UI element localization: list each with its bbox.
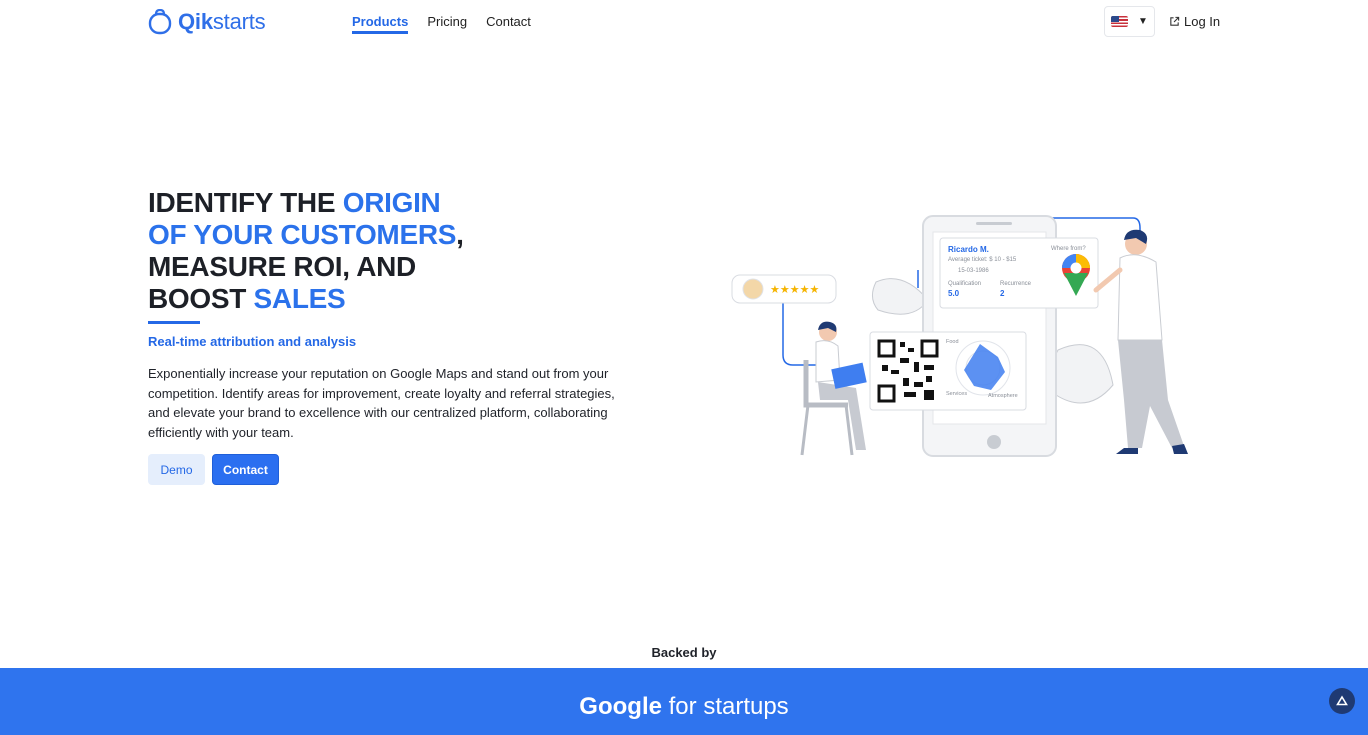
demo-button[interactable]: Demo [148, 454, 205, 485]
us-flag-icon [1111, 16, 1129, 27]
brand-name: Qikstarts [178, 9, 266, 34]
header: Qikstarts Products Pricing Contact ▼ Log… [0, 0, 1368, 44]
language-selector[interactable]: ▼ [1104, 6, 1155, 37]
backed-by-label: Backed by [651, 645, 717, 660]
hero-title: IDENTIFY THE ORIGIN OF YOUR CUSTOMERS, MEA… [148, 187, 464, 314]
card-recurrence-label: Recurrence [1000, 281, 1032, 287]
hero-illustration: Ricardo M. Average ticket: $ 10 - $15 15… [731, 215, 1188, 457]
card-qualification-label: Qualification [948, 281, 981, 287]
nav-products[interactable]: Products [352, 0, 409, 34]
hero-description: Exponentially increase your reputation o… [148, 366, 615, 440]
brand-logo[interactable]: Qikstarts [148, 8, 266, 36]
login-link[interactable]: Log In [1169, 14, 1220, 29]
contact-button[interactable]: Contact [212, 454, 279, 485]
card-ticket: Average ticket: $ 10 - $15 [948, 257, 1017, 263]
hero-subtitle: Real-time attribution and analysis [148, 334, 357, 349]
radar-label-services: Services [946, 391, 967, 397]
card-where-from: Where from? [1051, 246, 1086, 252]
google-for-startups-logo: Google for startups [579, 693, 789, 720]
qikstarts-logo-icon [148, 9, 172, 35]
card-qualification-value: 5.0 [948, 289, 960, 298]
chevron-down-icon: ▼ [1138, 16, 1148, 27]
title-underline [148, 321, 200, 324]
nav-pricing[interactable]: Pricing [427, 0, 467, 34]
radar-label-atmosphere: Atmosphere [988, 393, 1018, 399]
card-name: Ricardo M. [948, 245, 989, 254]
radar-label-food: Food [946, 339, 959, 345]
main-nav: Products Pricing Contact [352, 0, 531, 34]
external-link-icon [1170, 16, 1180, 26]
login-label: Log In [1184, 14, 1221, 29]
rating-stars: ★★★★★ [770, 283, 819, 296]
card-date: 15-03-1986 [958, 268, 989, 274]
arrow-up-icon [1336, 695, 1348, 706]
scroll-to-top-button[interactable] [1329, 688, 1355, 714]
nav-contact[interactable]: Contact [486, 0, 531, 34]
card-recurrence-value: 2 [1000, 289, 1005, 298]
